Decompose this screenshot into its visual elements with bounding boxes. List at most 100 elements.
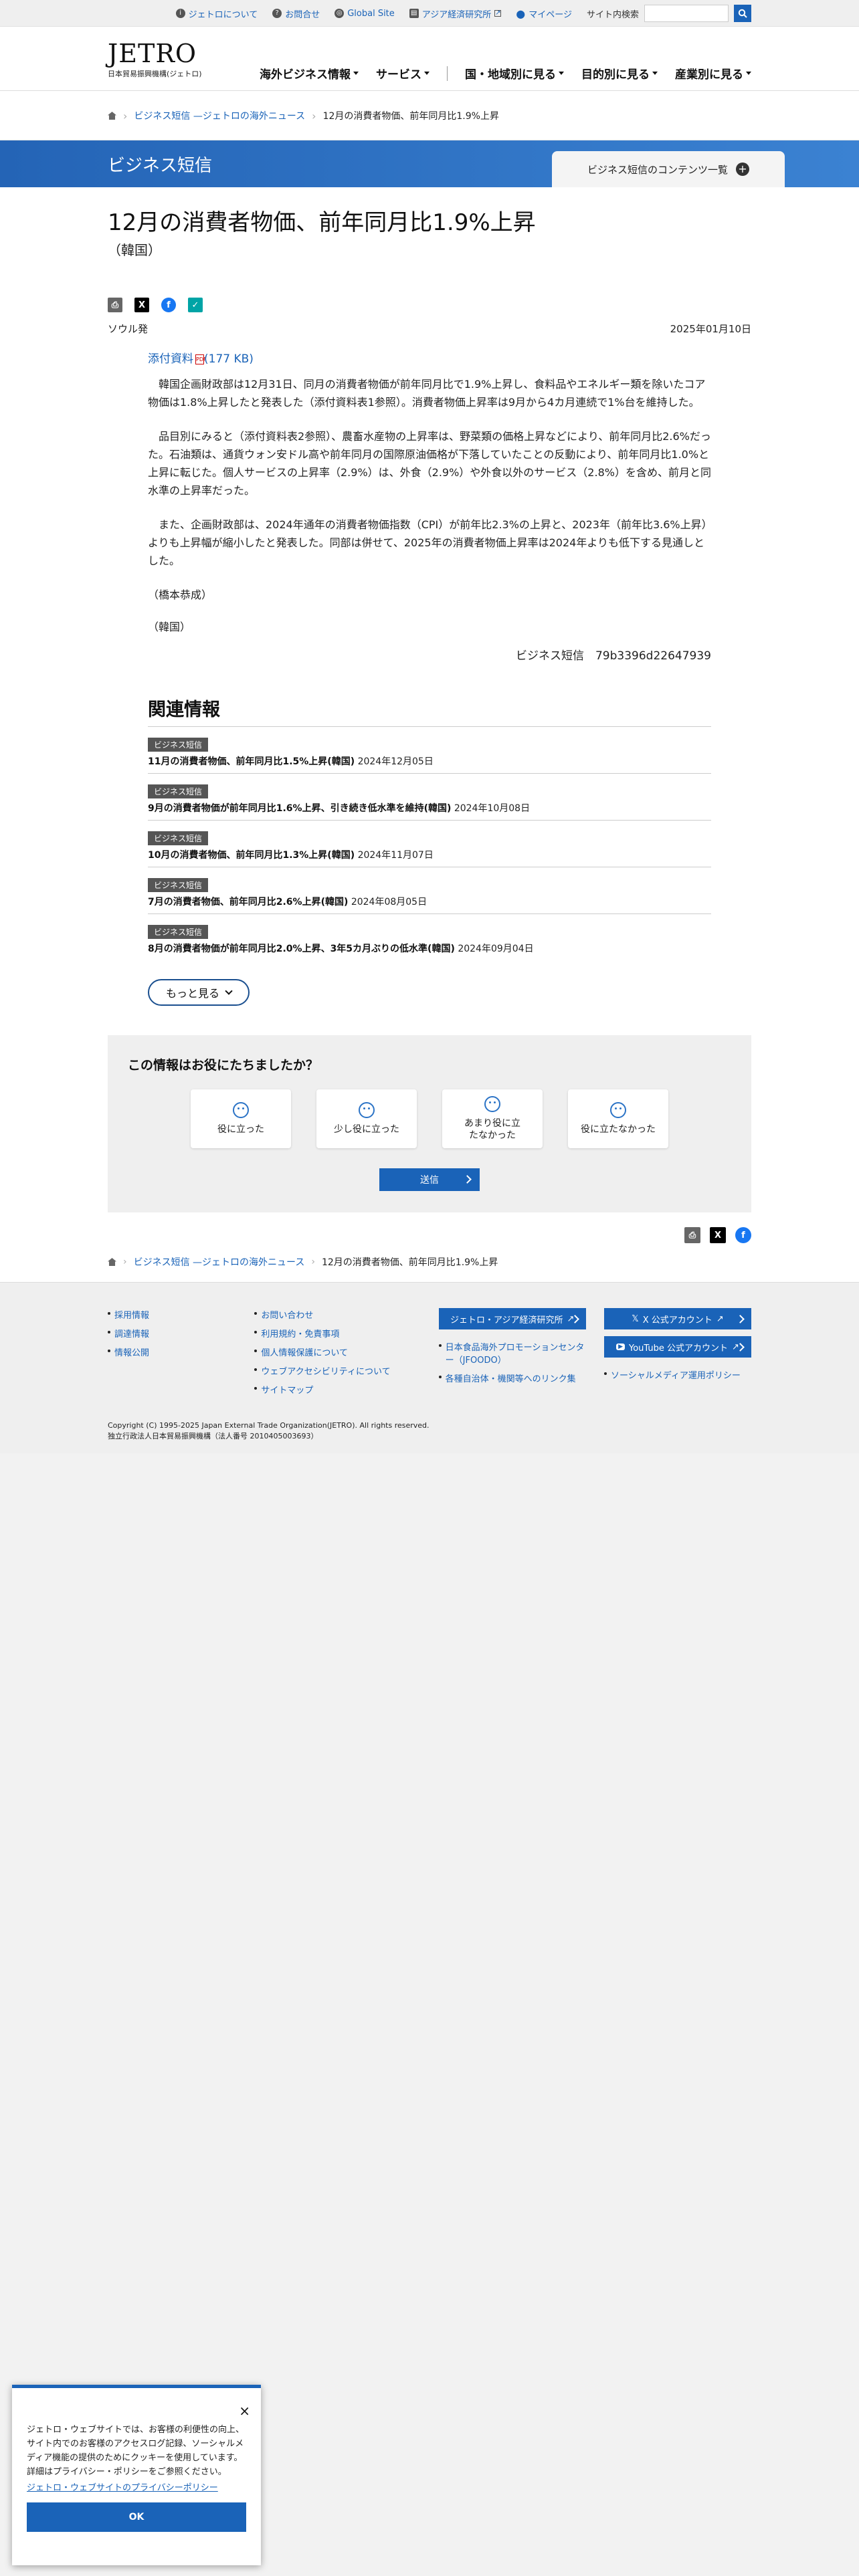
facebook-icon[interactable]: f (735, 1227, 751, 1243)
about-link[interactable]: i ジェトロについて (175, 7, 258, 20)
caret-down-icon (746, 72, 751, 75)
footer-link[interactable]: 情報公開 (108, 1346, 254, 1358)
attachment-size[interactable]: (177 KB) (204, 352, 254, 366)
footer-link[interactable]: ウェブアクセシビリティについて (254, 1364, 438, 1377)
footer-link[interactable]: 各種自治体・機関等へのリンク集 (438, 1372, 593, 1384)
contents-list-button[interactable]: ビジネス短信のコンテンツ一覧 + (552, 151, 785, 187)
close-icon[interactable]: × (239, 2403, 250, 2419)
print-icon[interactable]: ⎙ (108, 298, 122, 312)
article-tag: （韓国） (148, 621, 191, 633)
neutral-face-icon (484, 1096, 500, 1112)
pdf-icon: PDF (195, 354, 207, 364)
article-date: 2025年01月10日 (670, 323, 751, 335)
chevron-right-icon: › (312, 109, 316, 122)
related-title: 11月の消費者物価、前年同月比1.5%上昇(韓国) (148, 756, 355, 767)
breadcrumb: › ビジネス短信 —ジェトロの海外ニュース › 12月の消費者物価、前年同月比1… (0, 91, 859, 140)
footer-link[interactable]: お問い合わせ (254, 1308, 438, 1321)
nav-by-industry[interactable]: 産業別に見る (675, 65, 751, 82)
mypage-link[interactable]: ● マイページ (516, 7, 572, 20)
home-icon[interactable] (108, 112, 116, 120)
user-icon: ● (516, 7, 526, 20)
x-logo-icon[interactable]: X (710, 1227, 726, 1243)
article-meta: ソウル発 2025年01月10日 (108, 322, 751, 336)
footer-columns: 採用情報 調達情報 情報公開 お問い合わせ 利用規約・免責事項 個人情報保護につ… (108, 1308, 751, 1402)
related-date: 2024年09月04日 (458, 944, 534, 954)
survey-option-not-very-helpful[interactable]: あまり役に立たなかった (442, 1089, 543, 1148)
chevron-right-icon: › (123, 1257, 127, 1267)
copyright: Copyright (C) 1995-2025 Japan External T… (108, 1421, 430, 1440)
chevron-down-icon (225, 987, 233, 995)
attachment: 添付資料 PDF(177 KB) (148, 349, 711, 366)
logo-mark: JETRO (108, 39, 197, 68)
nav-services[interactable]: サービス (376, 65, 430, 82)
x-logo-icon: 𝕏 (632, 1313, 639, 1324)
nav-by-region[interactable]: 国・地域別に見る (465, 65, 564, 82)
site-footer: 採用情報 調達情報 情報公開 お問い合わせ 利用規約・免責事項 個人情報保護につ… (0, 1282, 859, 1453)
global-site-link[interactable]: ◎ Global Site (335, 9, 395, 19)
related-date: 2024年12月05日 (357, 756, 434, 767)
share-bar-bottom: ⎙ X f (108, 1227, 751, 1243)
question-icon: ? (272, 9, 282, 18)
globe-icon: ◎ (335, 9, 345, 18)
x-logo-icon[interactable]: X (134, 298, 149, 312)
privacy-policy-link[interactable]: ジェトロ・ウェブサイトのプライバシーポリシー (27, 2480, 246, 2493)
breadcrumb-current: 12月の消費者物価、前年同月比1.9%上昇 (321, 1257, 498, 1268)
article-paragraph: 韓国企画財政部は12月31日、同月の消費者物価が前年同月比で1.9%上昇し、食料… (148, 378, 706, 409)
utility-bar: i ジェトロについて ? お問合せ ◎ Global Site ▤ アジア経済研究所 ↗ … (0, 0, 859, 27)
related-title: 10月の消費者物価、前年同月比1.3%上昇(韓国) (148, 850, 355, 861)
footer-link[interactable]: ソーシャルメディア運用ポリシー (604, 1368, 751, 1381)
jetro-logo[interactable]: JETRO 日本貿易振興機構(ジェトロ) (108, 40, 202, 79)
home-icon[interactable] (108, 1258, 116, 1266)
survey-option-somewhat-helpful[interactable]: 少し役に立った (316, 1089, 417, 1148)
breadcrumb-section[interactable]: ビジネス短信 —ジェトロの海外ニュース (134, 109, 305, 122)
ide-footer-button[interactable]: ジェトロ・アジア経済研究所 ↗ (438, 1308, 586, 1329)
contact-link[interactable]: ? お問合せ (272, 7, 320, 20)
cookie-consent-dialog: × ジェトロ・ウェブサイトでは、お客様の利便性の向上、サイト内でのお客様のアクセ… (12, 2385, 261, 2565)
external-link-icon: ↗ (732, 1341, 739, 1352)
nav-by-purpose[interactable]: 目的別に見る (581, 65, 658, 82)
survey-option-not-helpful[interactable]: 役に立たなかった (568, 1089, 668, 1148)
footer-link[interactable]: サイトマップ (254, 1383, 438, 1396)
print-icon[interactable]: ⎙ (684, 1227, 700, 1243)
list-item[interactable]: ビジネス短信 10月の消費者物価、前年同月比1.3%上昇(韓国) 2024年11… (148, 821, 711, 867)
hatena-icon[interactable]: ✓ (188, 298, 203, 312)
global-nav: 海外ビジネス情報 サービス 国・地域別に見る 目的別に見る 産業別に見る (260, 65, 751, 82)
caret-down-icon (652, 72, 658, 75)
related-date: 2024年11月07日 (357, 850, 434, 861)
footer-link[interactable]: 採用情報 (108, 1308, 254, 1321)
youtube-account-button[interactable]: ▶ YouTube 公式アカウント ↗ (604, 1336, 751, 1358)
section-banner: ビジネス短信 ビジネス短信のコンテンツ一覧 + (0, 140, 859, 187)
plus-icon: + (736, 163, 749, 176)
external-link-icon: ↗ (567, 1313, 575, 1324)
footer-link[interactable]: 日本食品海外プロモーションセンター（JFOODO） (438, 1340, 593, 1366)
attachment-link[interactable]: 添付資料 (148, 352, 193, 366)
survey-option-helpful[interactable]: 役に立った (191, 1089, 291, 1148)
survey-submit-button[interactable]: 送信 (379, 1168, 480, 1191)
ide-link[interactable]: ▤ アジア経済研究所 ↗ (409, 7, 502, 20)
section-title: ビジネス短信 (108, 155, 213, 176)
footer-link[interactable]: 利用規約・免責事項 (254, 1327, 438, 1339)
footer-col-3: ジェトロ・アジア経済研究所 ↗ 日本食品海外プロモーションセンター（JFOODO）… (438, 1308, 604, 1402)
article-author: （橋本恭成） (148, 588, 213, 601)
list-item[interactable]: ビジネス短信 9月の消費者物価が前年同月比1.6%上昇、引き続き低水準を維持(韓… (148, 774, 711, 821)
list-item[interactable]: ビジネス短信 8月の消費者物価が前年同月比2.0%上昇、3年5カ月ぶりの低水準(… (148, 914, 711, 960)
search-button[interactable] (734, 5, 751, 22)
search-icon (738, 9, 747, 18)
show-more-button[interactable]: もっと見る (148, 979, 250, 1006)
site-search: サイト内検索 (587, 5, 751, 22)
nav-overseas-business[interactable]: 海外ビジネス情報 (260, 65, 359, 82)
footer-link[interactable]: 個人情報保護について (254, 1346, 438, 1358)
list-item[interactable]: ビジネス短信 7月の消費者物価、前年同月比2.6%上昇(韓国) 2024年08月… (148, 867, 711, 914)
footer-link[interactable]: 調達情報 (108, 1327, 254, 1339)
caret-down-icon (424, 72, 430, 75)
cookie-ok-button[interactable]: OK (27, 2502, 246, 2532)
facebook-icon[interactable]: f (161, 298, 176, 312)
breadcrumb-section[interactable]: ビジネス短信 —ジェトロの海外ニュース (134, 1255, 305, 1269)
article-location: ソウル発 (108, 323, 149, 335)
breadcrumb-bottom: › ビジネス短信 —ジェトロの海外ニュース › 12月の消費者物価、前年同月比1… (108, 1243, 751, 1282)
x-account-button[interactable]: 𝕏X 公式アカウント ↗ (604, 1308, 751, 1329)
category-badge: ビジネス短信 (148, 878, 209, 892)
search-input[interactable] (644, 5, 729, 22)
list-item[interactable]: ビジネス短信 11月の消費者物価、前年同月比1.5%上昇(韓国) 2024年12… (148, 727, 711, 774)
related-date: 2024年10月08日 (454, 803, 531, 814)
